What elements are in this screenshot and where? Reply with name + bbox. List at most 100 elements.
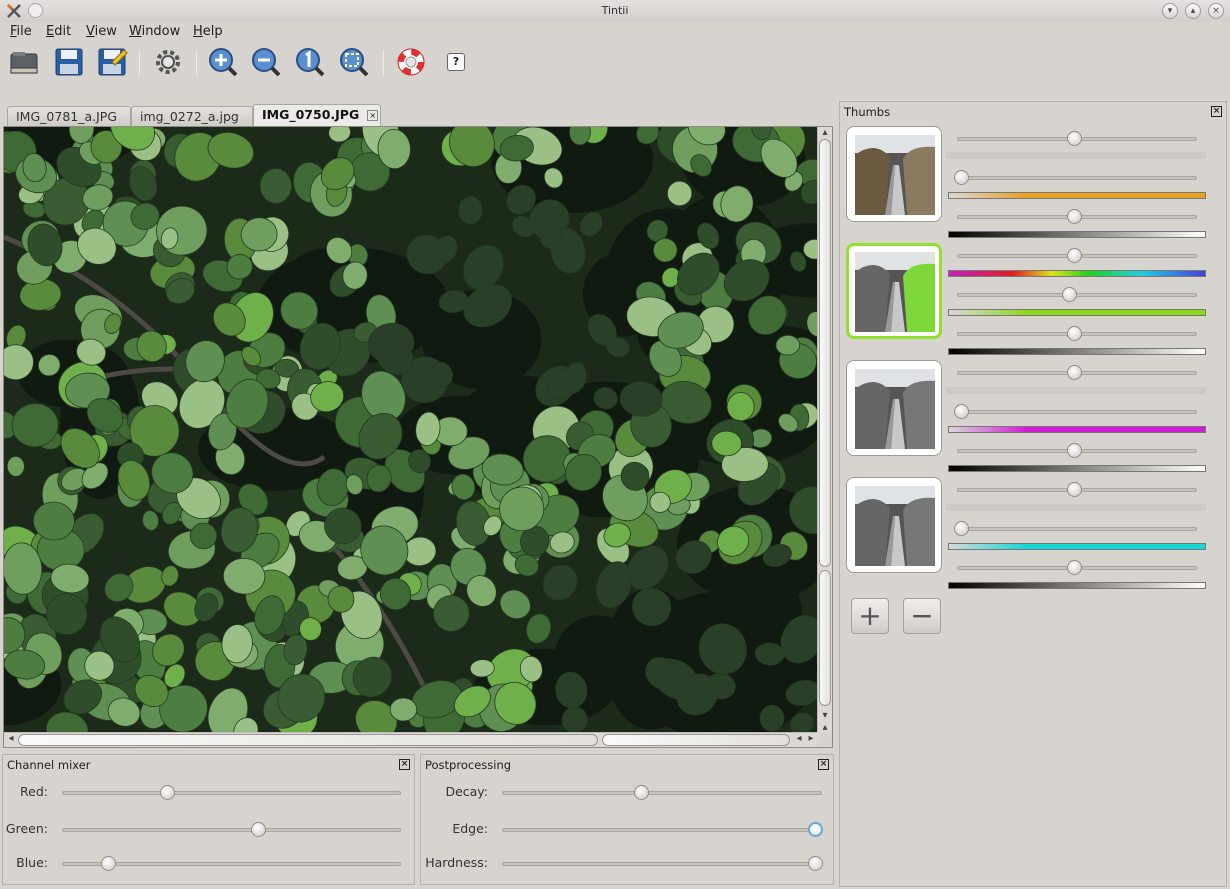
menu-help[interactable]: Help — [193, 24, 223, 39]
tab-img-0750[interactable]: IMG_0750.JPG × — [253, 104, 381, 127]
slider-handle[interactable] — [808, 856, 823, 871]
menu-edit[interactable]: Edit — [46, 24, 71, 39]
scroll-up-arrow[interactable]: ▴ — [818, 127, 832, 138]
thumb-lightness-slider[interactable] — [957, 326, 1197, 341]
channel-mixer-close-icon[interactable]: × — [399, 759, 410, 770]
save-as-icon[interactable] — [96, 46, 128, 78]
vertical-scroll-track[interactable] — [819, 139, 831, 567]
scroll-down-arrow[interactable]: ▾ — [818, 710, 832, 721]
thumb-hue-slider[interactable] — [957, 131, 1197, 146]
slider-handle[interactable] — [1066, 482, 1082, 497]
mixer-label: Blue: — [16, 855, 48, 870]
mixer-slider-red[interactable] — [62, 785, 401, 800]
slider-handle[interactable] — [954, 170, 969, 185]
thumb-saturation-slider[interactable] — [954, 404, 1197, 419]
whats-this-button[interactable]: ? — [447, 53, 465, 71]
thumb-preview-2[interactable] — [846, 243, 942, 339]
image-viewport[interactable]: ▴ ▾ ▴ ◂ ◂ ▸ — [3, 126, 833, 748]
menu-window[interactable]: Window — [129, 24, 180, 39]
settings-gear-icon[interactable] — [152, 46, 184, 78]
vertical-scrollbar[interactable]: ▴ ▾ ▴ — [817, 127, 832, 733]
zoom-out-icon[interactable] — [250, 46, 282, 78]
thumb-saturation-slider[interactable] — [954, 521, 1197, 536]
tab-label: img_0272_a.jpg — [140, 109, 239, 124]
slider-handle[interactable] — [1066, 326, 1082, 341]
plus-icon: + — [858, 599, 882, 632]
mixer-slider-green[interactable] — [62, 822, 401, 837]
menu-file[interactable]: File — [10, 24, 32, 39]
slider-handle[interactable] — [250, 822, 266, 837]
slider-handle[interactable] — [1066, 248, 1082, 263]
post-slider-edge[interactable] — [502, 822, 823, 837]
slider-handle[interactable] — [1066, 365, 1082, 380]
scroll-right-arrow-2[interactable]: ▸ — [804, 733, 818, 744]
thumb-lightness-bar — [948, 231, 1206, 238]
leaf — [6, 455, 25, 477]
save-icon[interactable] — [53, 46, 85, 78]
tab-img-0272[interactable]: img_0272_a.jpg — [131, 106, 253, 126]
post-label: Edge: — [452, 821, 488, 836]
slider-handle[interactable] — [1066, 131, 1082, 146]
post-label: Decay: — [445, 784, 488, 799]
post-slider-hardness[interactable] — [502, 856, 823, 871]
menu-view[interactable]: View — [86, 24, 117, 39]
slider-handle[interactable] — [159, 785, 175, 800]
thumb-lightness-slider[interactable] — [957, 443, 1197, 458]
thumb-lightness-bar — [948, 348, 1206, 355]
thumb-hue-slider[interactable] — [957, 365, 1197, 380]
slider-handle[interactable] — [1066, 209, 1082, 224]
thumb-colour-bar — [948, 543, 1206, 550]
slider-handle[interactable] — [1062, 287, 1077, 302]
help-lifebuoy-icon[interactable] — [395, 46, 427, 78]
post-slider-decay[interactable] — [502, 785, 822, 800]
thumb-saturation-slider[interactable] — [957, 287, 1197, 302]
scroll-corner — [817, 732, 832, 747]
slider-handle[interactable] — [954, 404, 969, 419]
slider-handle[interactable] — [633, 785, 649, 800]
remove-thumb-button[interactable]: − — [903, 598, 941, 634]
maximize-button[interactable]: ▴ — [1185, 3, 1201, 19]
slider-handle[interactable] — [101, 856, 116, 871]
thumb-hue-slider[interactable] — [957, 248, 1197, 263]
vertical-scroll-thumb[interactable] — [819, 570, 831, 706]
slider-handle[interactable] — [954, 521, 969, 536]
thumb-hue-spectrum-bar — [948, 270, 1206, 277]
thumb-preview-4[interactable] — [846, 477, 942, 573]
thumb-hue-slider[interactable] — [957, 482, 1197, 497]
scroll-left-arrow[interactable]: ◂ — [4, 733, 18, 744]
minimize-button[interactable]: ▾ — [1162, 3, 1178, 19]
photo-canvas[interactable] — [4, 127, 818, 733]
horizontal-scroll-thumb[interactable] — [602, 734, 790, 746]
slider-handle[interactable] — [1066, 443, 1082, 458]
zoom-fit-icon[interactable] — [338, 46, 370, 78]
thumb-preview-3[interactable] — [846, 360, 942, 456]
slider-handle[interactable] — [808, 822, 823, 837]
postprocessing-title: Postprocessing — [425, 758, 512, 772]
channel-mixer-title: Channel mixer — [7, 758, 91, 772]
thumb-sep — [946, 152, 1206, 159]
leaf — [726, 392, 755, 422]
canal-thumb-graphic — [855, 252, 935, 332]
thumb-lightness-slider[interactable] — [957, 560, 1197, 575]
postprocessing-close-icon[interactable]: × — [818, 759, 829, 770]
canal-thumb-graphic — [855, 135, 935, 215]
thumb-image — [855, 252, 935, 332]
toolbar-separator — [139, 50, 140, 76]
thumb-lightness-slider[interactable] — [957, 209, 1197, 224]
leaf — [389, 697, 418, 722]
open-folder-icon[interactable] — [8, 46, 40, 78]
horizontal-scroll-track[interactable] — [18, 734, 598, 746]
thumbs-close-icon[interactable]: × — [1211, 106, 1222, 117]
zoom-actual-size-icon[interactable] — [294, 46, 326, 78]
zoom-in-icon[interactable] — [207, 46, 239, 78]
horizontal-scrollbar[interactable]: ◂ ◂ ▸ — [4, 732, 818, 747]
close-window-button[interactable]: × — [1208, 3, 1224, 19]
thumb-saturation-slider[interactable] — [954, 170, 1197, 185]
tab-img-0781[interactable]: IMG_0781_a.JPG — [7, 106, 131, 126]
mixer-slider-blue[interactable] — [62, 856, 401, 871]
slider-handle[interactable] — [1066, 560, 1082, 575]
tab-close-icon[interactable]: × — [367, 110, 379, 121]
leaf — [458, 196, 483, 225]
thumb-preview-1[interactable] — [846, 126, 942, 222]
add-thumb-button[interactable]: + — [851, 598, 889, 634]
